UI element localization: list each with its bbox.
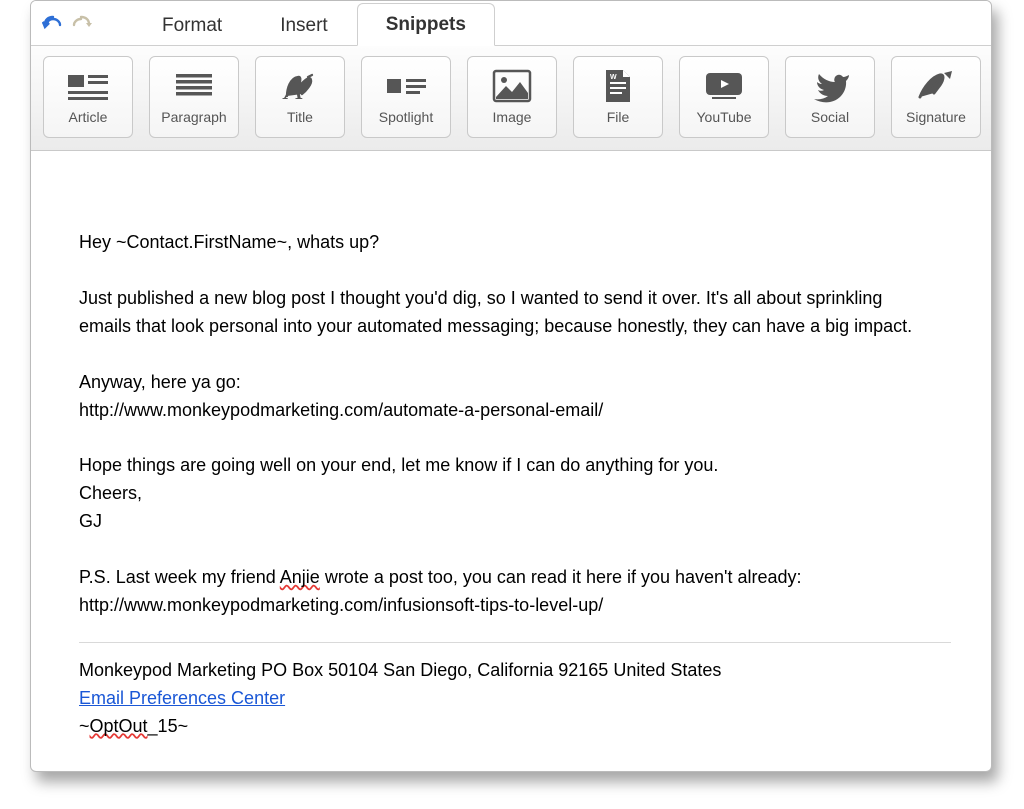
snippet-youtube-button[interactable]: YouTube — [679, 56, 769, 138]
spotlight-icon — [384, 69, 428, 103]
snippet-label: Paragraph — [161, 109, 226, 125]
snippet-social-button[interactable]: Social — [785, 56, 875, 138]
body-line: http://www.monkeypodmarketing.com/automa… — [79, 397, 951, 425]
snippet-label: Image — [493, 109, 532, 125]
file-icon: W — [596, 69, 640, 103]
redo-button[interactable] — [69, 11, 93, 35]
body-line: Hope things are going well on your end, … — [79, 452, 951, 480]
article-icon — [66, 69, 110, 103]
snippet-label: File — [607, 109, 630, 125]
body-line: GJ — [79, 508, 951, 536]
body-line: http://www.monkeypodmarketing.com/infusi… — [79, 592, 951, 620]
snippet-label: Signature — [906, 109, 966, 125]
editor-window: Format Insert Snippets Article Paragraph… — [30, 0, 992, 772]
tab-snippets[interactable]: Snippets — [357, 3, 495, 46]
footer-optout: ~OptOut_15~ — [79, 713, 951, 741]
body-line: Anyway, here ya go: — [79, 369, 951, 397]
snippet-image-button[interactable]: Image — [467, 56, 557, 138]
tab-insert[interactable]: Insert — [251, 4, 357, 46]
snippets-toolbar: Article Paragraph A Title Spotlight — [31, 46, 991, 151]
svg-text:A: A — [282, 73, 303, 103]
email-body-editor[interactable]: Hey ~Contact.FirstName~, whats up? Just … — [31, 151, 991, 771]
youtube-icon — [702, 69, 746, 103]
email-footer: Monkeypod Marketing PO Box 50104 San Die… — [79, 657, 951, 741]
redo-icon — [70, 13, 92, 33]
snippet-label: Social — [811, 109, 849, 125]
tab-format[interactable]: Format — [133, 4, 251, 46]
undo-button[interactable] — [41, 11, 65, 35]
snippet-label: YouTube — [696, 109, 751, 125]
body-line: Hey ~Contact.FirstName~, whats up? — [79, 229, 951, 257]
signature-icon — [914, 69, 958, 103]
svg-text:W: W — [610, 74, 617, 81]
body-line: P.S. Last week my friend Anjie wrote a p… — [79, 564, 951, 592]
snippet-file-button[interactable]: W File — [573, 56, 663, 138]
snippet-signature-button[interactable]: Signature — [891, 56, 981, 138]
social-icon — [808, 69, 852, 103]
divider — [79, 642, 951, 643]
snippet-label: Article — [69, 109, 108, 125]
history-controls — [41, 1, 93, 45]
image-icon — [490, 69, 534, 103]
snippet-spotlight-button[interactable]: Spotlight — [361, 56, 451, 138]
body-line: Cheers, — [79, 480, 951, 508]
snippet-label: Title — [287, 109, 313, 125]
body-line: emails that look personal into your auto… — [79, 313, 951, 341]
title-icon: A — [278, 69, 322, 103]
footer-address: Monkeypod Marketing PO Box 50104 San Die… — [79, 657, 951, 685]
tab-bar: Format Insert Snippets — [133, 1, 495, 45]
preferences-link[interactable]: Email Preferences Center — [79, 688, 285, 708]
snippet-paragraph-button[interactable]: Paragraph — [149, 56, 239, 138]
menu-bar: Format Insert Snippets — [31, 1, 991, 46]
snippet-title-button[interactable]: A Title — [255, 56, 345, 138]
snippet-article-button[interactable]: Article — [43, 56, 133, 138]
paragraph-icon — [172, 69, 216, 103]
snippet-label: Spotlight — [379, 109, 433, 125]
body-line: Just published a new blog post I thought… — [79, 285, 951, 313]
undo-icon — [42, 13, 64, 33]
